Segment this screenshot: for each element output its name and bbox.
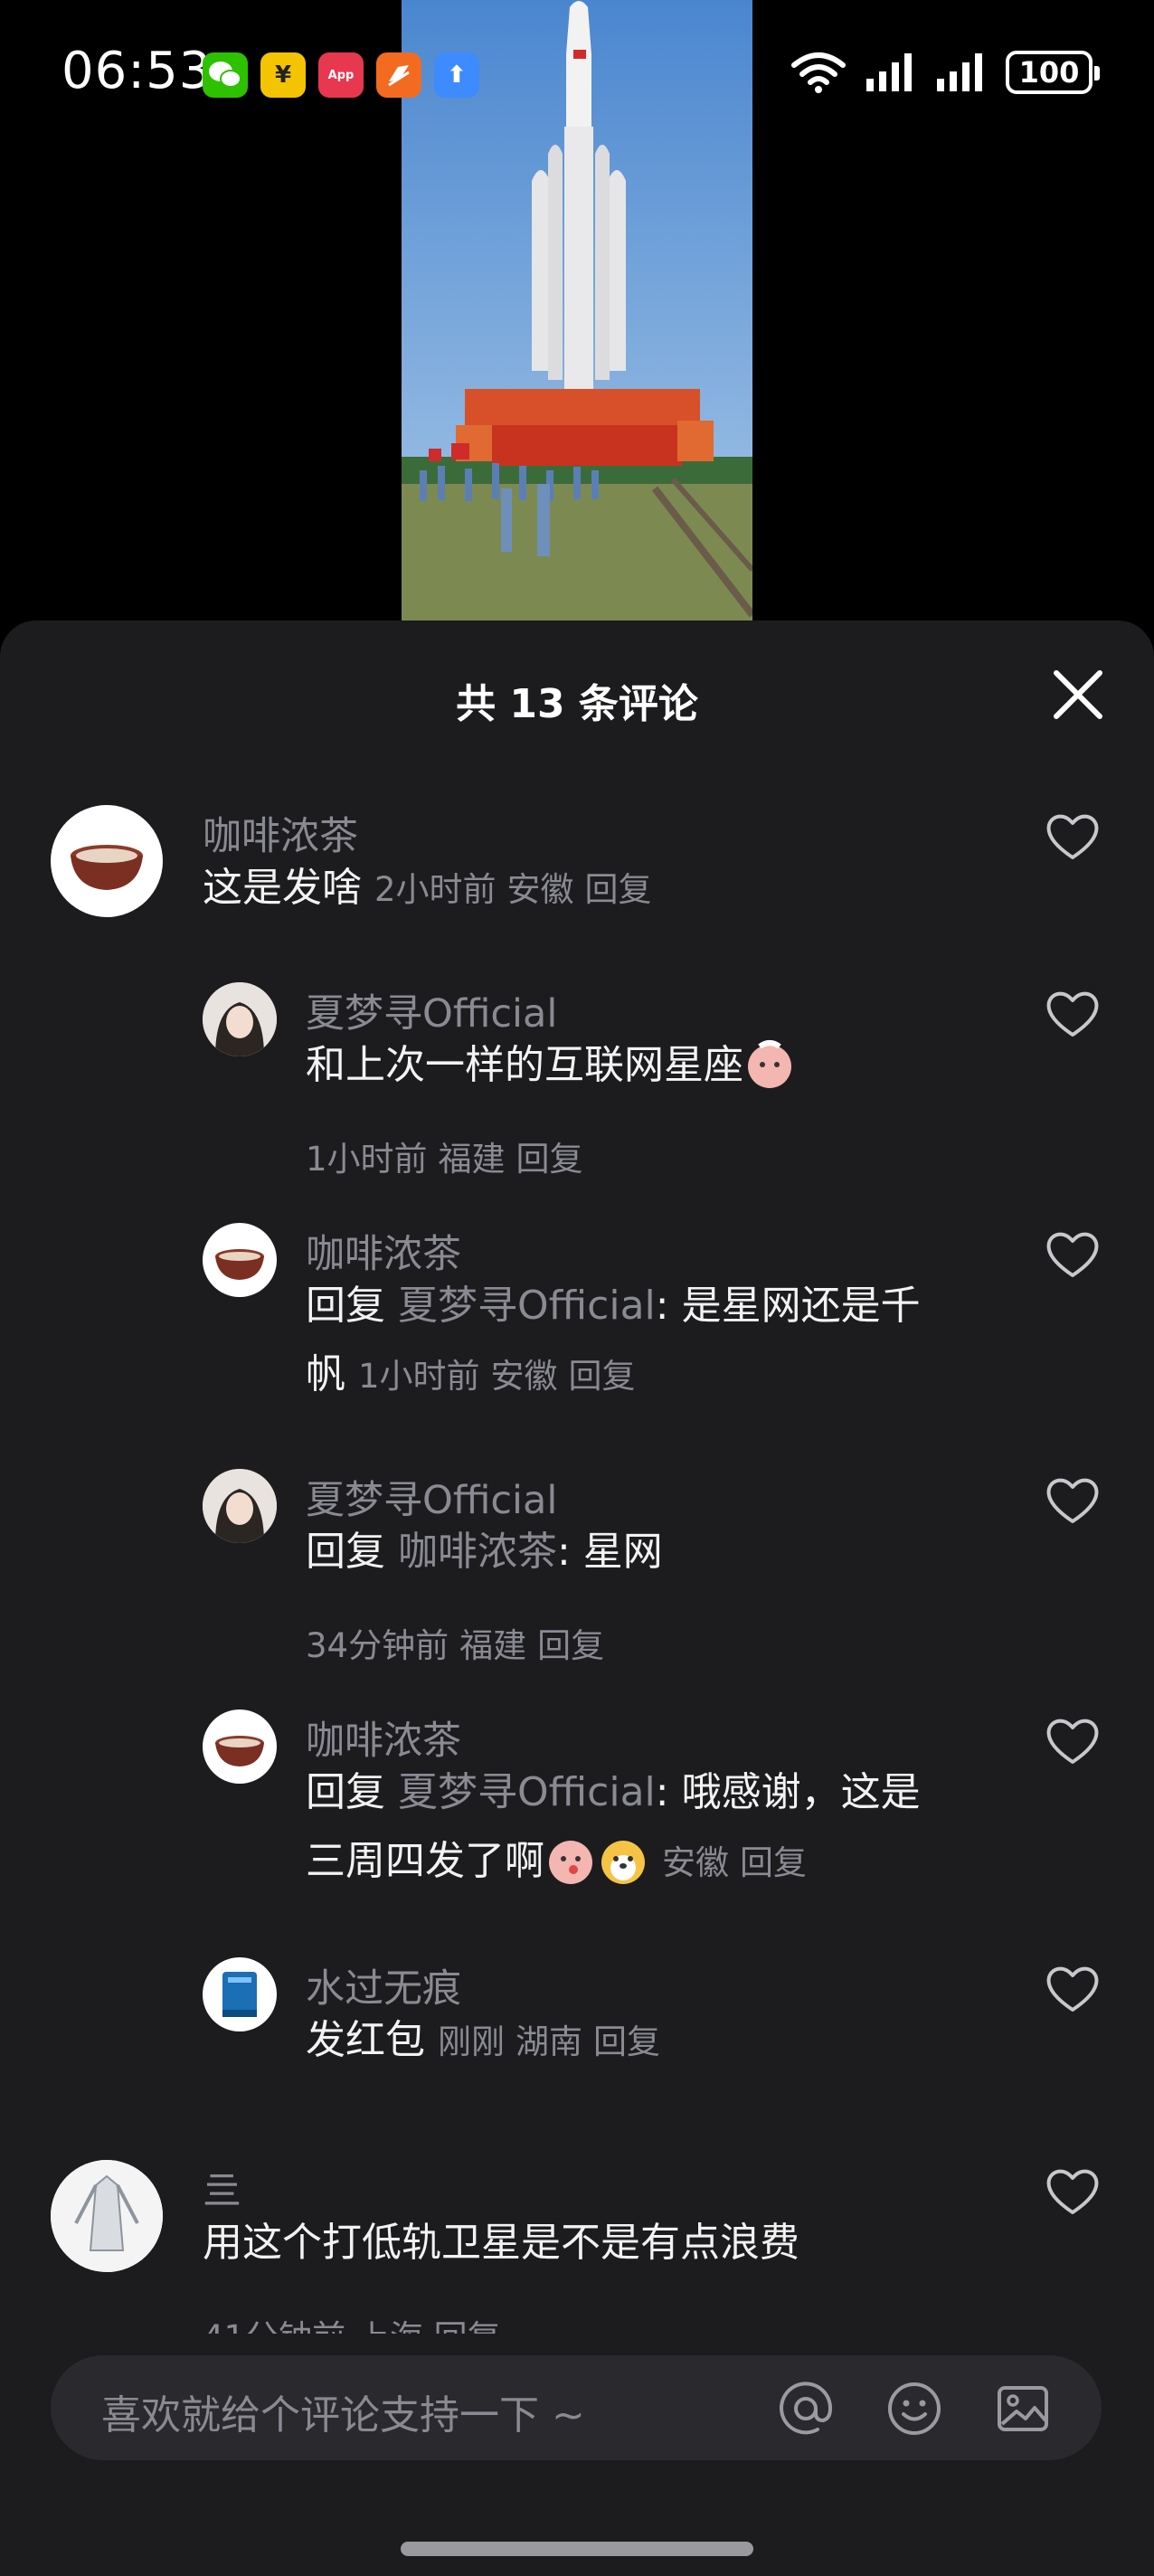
status-bar: 06:53 ¥ App ⬆ 100 — [0, 0, 1154, 145]
comment-text: 这是发啥 — [203, 865, 362, 911]
book-avatar-icon — [222, 1972, 257, 2017]
comment-username[interactable]: 亖 — [203, 2160, 241, 2216]
avatar[interactable] — [203, 1957, 277, 2031]
comment-text: 发红包 — [306, 2017, 425, 2063]
blush-emoji-icon — [748, 1040, 791, 1088]
like-heart-icon[interactable] — [1044, 2165, 1102, 2218]
comment-text: 用这个打低轨卫星是不是有点浪费 — [203, 2220, 799, 2266]
home-indicator[interactable] — [401, 2542, 753, 2556]
like-heart-icon[interactable] — [1044, 988, 1102, 1040]
status-right: 100 — [790, 51, 1100, 94]
yuan-icon: ¥ — [260, 52, 306, 98]
kiss-emoji-icon — [549, 1841, 592, 1884]
comment-count-title: 共 13 条评论 — [456, 681, 698, 727]
comment-input-placeholder[interactable]: 喜欢就给个评论支持一下 ~ — [101, 2382, 585, 2440]
reply-prefix: 回复 — [306, 1283, 385, 1329]
reply-button[interactable]: 回复 — [569, 1357, 636, 1396]
reply-button[interactable]: 回复 — [585, 870, 652, 909]
comment-content: 发红包 刚刚 湖南 回复 — [306, 2006, 1120, 2077]
wechat-icon — [203, 52, 248, 98]
comment-username[interactable]: 水过无痕 — [306, 1957, 461, 2013]
comment-sheet: 共 13 条评论 咖啡浓茶 这是发啥 2小时前 安徽 回复 夏梦寻Official … — [0, 620, 1154, 2576]
comment-username[interactable]: 咖啡浓茶 — [306, 1223, 461, 1279]
comment-time: 1小时前 — [358, 1357, 480, 1396]
comment-location: 福建 — [459, 1626, 527, 1665]
comment-content: 这是发啥 2小时前 安徽 回复 — [203, 854, 1017, 924]
emoji-icon[interactable] — [886, 2381, 942, 2437]
reply-button[interactable]: 回复 — [740, 1843, 807, 1882]
girl-avatar-icon — [203, 982, 277, 1056]
comment-meta: 1小时前 福建 回复 — [306, 1132, 594, 1180]
comment-location: 福建 — [438, 1140, 506, 1179]
mention-icon[interactable] — [778, 2381, 834, 2437]
comment-username[interactable]: 咖啡浓茶 — [306, 1709, 461, 1766]
like-heart-icon[interactable] — [1044, 1474, 1102, 1527]
signal-icon — [866, 53, 912, 91]
reply-button[interactable]: 回复 — [537, 1626, 604, 1665]
comment-text-cont: 三周四发了啊 — [306, 1838, 544, 1884]
avatar[interactable] — [203, 1223, 277, 1297]
like-heart-icon[interactable] — [1044, 810, 1102, 863]
comment-input-bar[interactable]: 喜欢就给个评论支持一下 ~ — [51, 2355, 1102, 2460]
reply-prefix: 回复 — [306, 1529, 385, 1575]
comment-meta: 34分钟前 福建 回复 — [306, 1618, 615, 1667]
status-time: 06:53 — [61, 42, 213, 100]
comment-text-cont: 帆 — [306, 1351, 345, 1397]
comment-location: 安徽 — [490, 1357, 558, 1396]
like-heart-icon[interactable] — [1044, 1715, 1102, 1767]
comment-username[interactable]: 咖啡浓茶 — [203, 805, 358, 861]
battery-indicator: 100 — [1006, 51, 1100, 94]
reply-target-user[interactable]: 咖啡浓茶 — [398, 1529, 557, 1575]
comment-username[interactable]: 夏梦寻Official — [306, 1469, 557, 1525]
comment-meta-text: 41分钟前 上海 回复 — [203, 2310, 501, 2334]
avatar[interactable] — [51, 805, 163, 917]
reply-target-user[interactable]: 夏梦寻Official — [398, 1283, 656, 1329]
like-heart-icon[interactable] — [1044, 1228, 1102, 1281]
comment-location: 湖南 — [516, 2022, 582, 2061]
tea-bowl-icon — [215, 1736, 264, 1766]
notification-icons: ¥ App ⬆ — [203, 52, 479, 98]
dog-emoji-icon — [601, 1841, 645, 1884]
reply-button[interactable]: 回复 — [593, 2022, 660, 2061]
close-icon[interactable] — [1049, 666, 1107, 724]
avatar[interactable] — [203, 1709, 277, 1784]
avatar[interactable] — [203, 1469, 277, 1543]
girl-avatar-icon — [203, 1469, 277, 1543]
comment-text: : 哦感谢，这是 — [655, 1769, 921, 1815]
comment-time: 34分钟前 — [306, 1626, 449, 1665]
avatar[interactable] — [203, 982, 277, 1056]
reply-target-user[interactable]: 夏梦寻Official — [398, 1769, 656, 1815]
reply-button[interactable]: 回复 — [516, 1140, 583, 1179]
feishu-icon — [376, 52, 421, 98]
app-gallery-icon: App — [318, 52, 364, 98]
image-icon[interactable] — [995, 2381, 1051, 2437]
comment-text: : 星网 — [557, 1529, 663, 1575]
avatar[interactable] — [51, 2160, 163, 2272]
comment-content: 回复 咖啡浓茶: 星网 — [306, 1518, 1120, 1586]
comment-content: 回复 夏梦寻Official: 哦感谢，这是 三周四发了啊 安徽 回复 — [306, 1758, 993, 1898]
reply-prefix: 回复 — [306, 1769, 385, 1815]
comment-location: 安徽 — [662, 1843, 729, 1882]
comment-text: : 是星网还是千 — [655, 1283, 921, 1329]
upload-icon: ⬆ — [434, 52, 479, 98]
like-heart-icon[interactable] — [1044, 1963, 1102, 2015]
tea-bowl-icon — [71, 845, 143, 890]
tea-bowl-icon — [215, 1249, 264, 1280]
comment-time: 2小时前 — [374, 870, 497, 909]
comment-content: 回复 夏梦寻Official: 是星网还是千 帆 1小时前 安徽 回复 — [306, 1272, 993, 1411]
comment-text: 和上次一样的互联网星座 — [306, 1042, 743, 1088]
comment-meta-partial: 41分钟前 上海 回复 — [203, 2310, 501, 2334]
signal-icon — [937, 53, 982, 91]
comment-time: 1小时前 — [306, 1140, 428, 1179]
wifi-icon — [791, 52, 846, 93]
comment-content: 用这个打低轨卫星是不是有点浪费 — [203, 2209, 1017, 2278]
robe-avatar-icon — [51, 2160, 163, 2272]
comment-location: 安徽 — [506, 870, 574, 909]
comment-content: 和上次一样的互联网星座 — [306, 1031, 1120, 1100]
comment-time: 刚刚 — [438, 2022, 505, 2061]
comment-username[interactable]: 夏梦寻Official — [306, 982, 557, 1038]
